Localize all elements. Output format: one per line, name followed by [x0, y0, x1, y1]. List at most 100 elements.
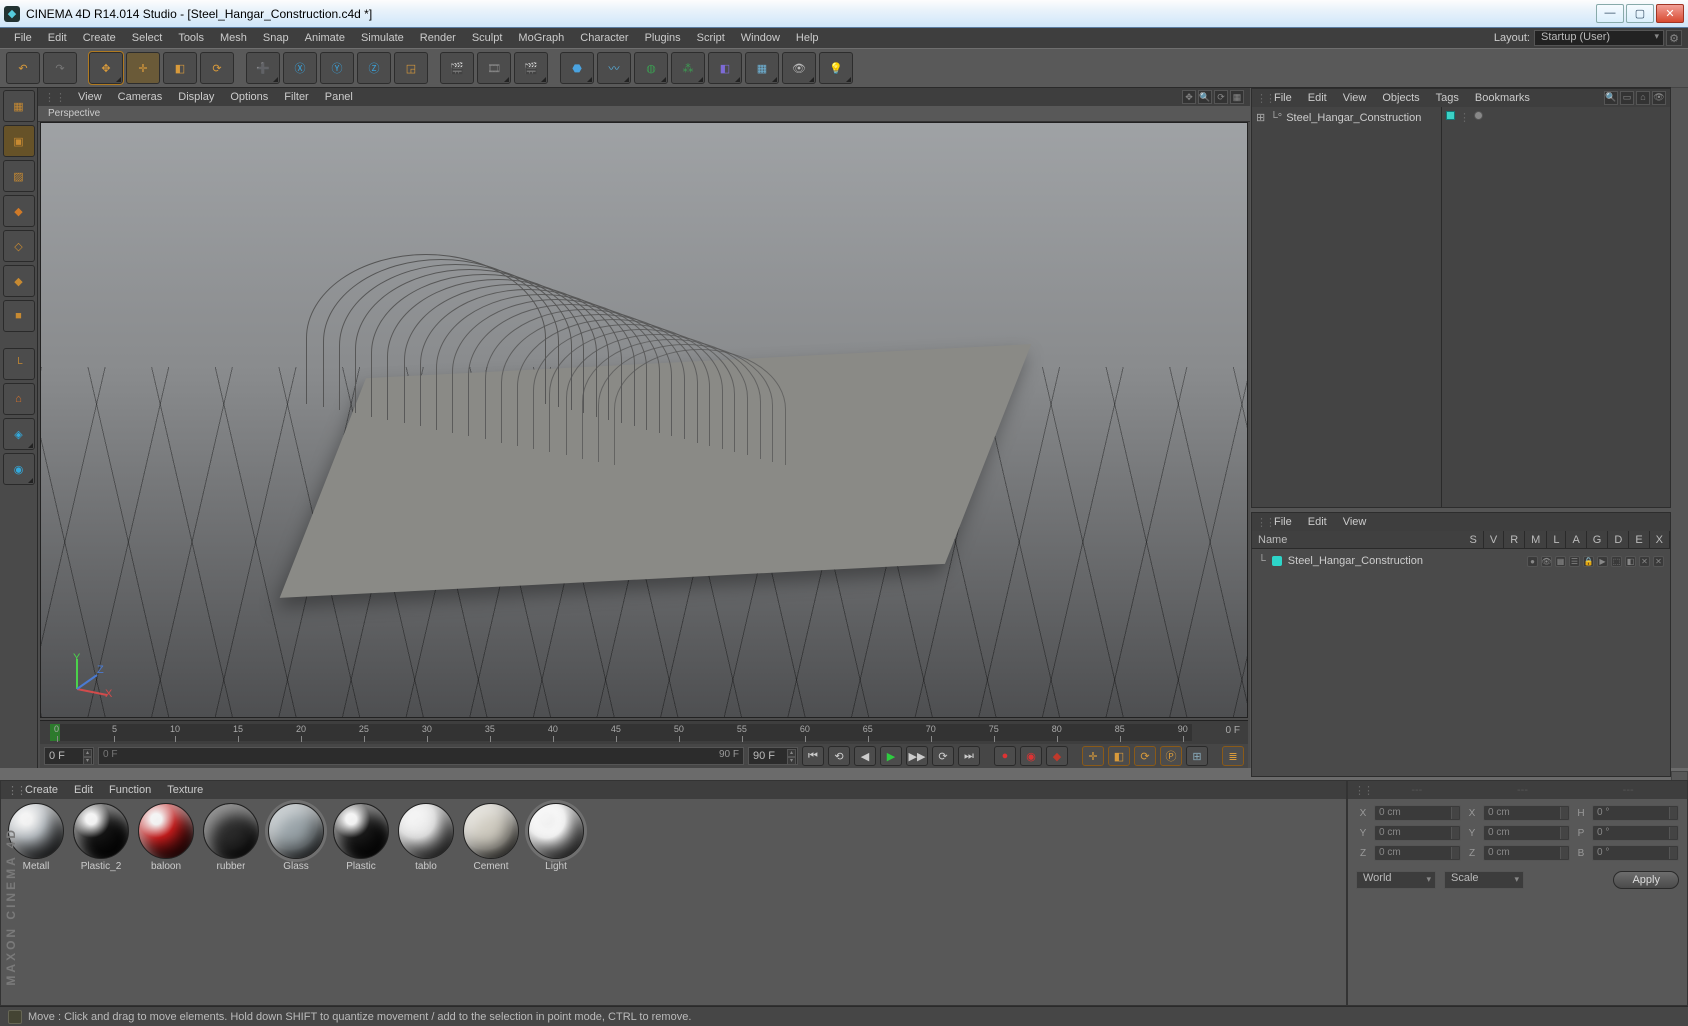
layer-row[interactable]: └ Steel_Hangar_Construction ●👁▦☰🔒▶⬚◧✕✕ — [1258, 553, 1664, 569]
om-menu-edit[interactable]: Edit — [1300, 92, 1335, 104]
polygon-mode-button[interactable]: ■ — [3, 300, 35, 332]
menu-tools[interactable]: Tools — [170, 28, 212, 48]
axis-button[interactable]: └ — [3, 348, 35, 380]
axis-z-toggle[interactable]: Ⓩ — [357, 52, 391, 84]
coord-field[interactable]: 0 ° — [1592, 805, 1679, 821]
rotate-tool[interactable]: ⟳ — [200, 52, 234, 84]
coord-field[interactable]: 0 ° — [1592, 845, 1679, 861]
coord-field[interactable]: 0 cm — [1374, 805, 1461, 821]
magnet-snap-button[interactable]: ⌂ — [3, 383, 35, 415]
layer-color-swatch[interactable] — [1446, 111, 1455, 120]
menu-create[interactable]: Create — [75, 28, 124, 48]
layer-flag[interactable]: ◧ — [1625, 556, 1636, 567]
material-item[interactable]: Plastic_2 — [70, 803, 132, 875]
redo-button[interactable]: ↷ — [43, 52, 77, 84]
layer-column-header[interactable]: D — [1608, 531, 1629, 548]
material-item[interactable]: Cement — [460, 803, 522, 875]
material-swatch[interactable] — [73, 803, 129, 859]
vp-menu-panel[interactable]: Panel — [317, 91, 361, 103]
material-item[interactable]: rubber — [200, 803, 262, 875]
vp-nav-zoom-icon[interactable]: 🔍 — [1198, 90, 1212, 104]
coord-system-button[interactable]: ◲ — [394, 52, 428, 84]
edge-mode-button[interactable]: ◆ — [3, 265, 35, 297]
material-list[interactable]: MetallPlastic_2baloonrubberGlassPlastict… — [1, 799, 1346, 1005]
window-close-button[interactable]: ✕ — [1656, 4, 1684, 23]
menu-edit[interactable]: Edit — [40, 28, 75, 48]
autokey-button[interactable]: ◉ — [1020, 746, 1042, 766]
material-swatch[interactable] — [268, 803, 324, 859]
lock-workplane-button[interactable]: ◉ — [3, 453, 35, 485]
coord-field[interactable]: 0 cm — [1483, 805, 1570, 821]
add-primitive-button[interactable]: ⬣ — [560, 52, 594, 84]
key-rot-button[interactable]: ⟳ — [1134, 746, 1156, 766]
menu-plugins[interactable]: Plugins — [637, 28, 689, 48]
timeline-ruler[interactable]: 051015202530354045505560657075808590 0 F — [40, 720, 1248, 744]
om-menu-bookmarks[interactable]: Bookmarks — [1467, 92, 1538, 104]
live-select-tool[interactable]: ✥ — [89, 52, 123, 84]
vp-menu-filter[interactable]: Filter — [276, 91, 316, 103]
coord-field[interactable]: 0 cm — [1483, 845, 1570, 861]
layer-column-header[interactable]: A — [1566, 531, 1586, 548]
layer-column-header[interactable]: Name — [1252, 531, 1464, 548]
goto-prev-key-button[interactable]: ⟲ — [828, 746, 850, 766]
layer-column-header[interactable]: E — [1629, 531, 1649, 548]
om-view-icon[interactable]: 👁 — [1652, 91, 1666, 105]
om-menu-view[interactable]: View — [1335, 92, 1375, 104]
material-item[interactable]: Glass — [265, 803, 327, 875]
coord-field[interactable]: 0 cm — [1374, 825, 1461, 841]
key-pla-button[interactable]: ⊞ — [1186, 746, 1208, 766]
vp-menu-options[interactable]: Options — [222, 91, 276, 103]
prev-frame-button[interactable]: ◀ — [854, 746, 876, 766]
menu-help[interactable]: Help — [788, 28, 827, 48]
am-menu-view[interactable]: View — [1335, 516, 1375, 528]
menu-mesh[interactable]: Mesh — [212, 28, 255, 48]
model-mode-button[interactable]: ▣ — [3, 125, 35, 157]
layer-flag[interactable]: ● — [1527, 556, 1538, 567]
key-param-button[interactable]: Ⓟ — [1160, 746, 1182, 766]
material-item[interactable]: baloon — [135, 803, 197, 875]
mat-menu-texture[interactable]: Texture — [159, 784, 211, 796]
frame-slider[interactable]: 0 F 90 F — [98, 747, 744, 765]
menu-render[interactable]: Render — [412, 28, 464, 48]
workplane-button[interactable]: ◈ — [3, 418, 35, 450]
menu-file[interactable]: File — [6, 28, 40, 48]
material-item[interactable]: tablo — [395, 803, 457, 875]
layout-settings-button[interactable]: ⚙ — [1666, 30, 1682, 46]
play-button[interactable]: ▶ — [880, 746, 902, 766]
render-view-button[interactable]: 🎬 — [440, 52, 474, 84]
layer-flag[interactable]: ▦ — [1555, 556, 1566, 567]
vp-nav-orbit-icon[interactable]: ⟳ — [1214, 90, 1228, 104]
menu-animate[interactable]: Animate — [297, 28, 353, 48]
menu-character[interactable]: Character — [572, 28, 636, 48]
viewport-3d[interactable]: Y X Z — [40, 122, 1248, 718]
vp-menu-display[interactable]: Display — [170, 91, 222, 103]
layer-color-swatch[interactable] — [1272, 556, 1282, 566]
om-path-icon[interactable]: ▭ — [1620, 91, 1634, 105]
am-menu-edit[interactable]: Edit — [1300, 516, 1335, 528]
layer-flag[interactable]: ✕ — [1639, 556, 1650, 567]
layer-column-header[interactable]: L — [1547, 531, 1566, 548]
layer-flag[interactable]: 👁 — [1541, 556, 1552, 567]
layer-flag[interactable]: ▶ — [1597, 556, 1608, 567]
menu-mograph[interactable]: MoGraph — [510, 28, 572, 48]
object-flags[interactable]: ⋮ — [1442, 107, 1670, 128]
material-swatch[interactable] — [138, 803, 194, 859]
add-environment-button[interactable]: ▦ — [745, 52, 779, 84]
coord-field[interactable]: 0 cm — [1374, 845, 1461, 861]
material-swatch[interactable] — [398, 803, 454, 859]
layer-flag[interactable]: ⬚ — [1611, 556, 1622, 567]
coord-field[interactable]: 0 cm — [1483, 825, 1570, 841]
keyframe-selection-button[interactable]: ◆ — [1046, 746, 1068, 766]
mat-menu-create[interactable]: Create — [17, 784, 66, 796]
goto-next-key-button[interactable]: ⟳ — [932, 746, 954, 766]
material-item[interactable]: Plastic — [330, 803, 392, 875]
add-array-button[interactable]: ⁂ — [671, 52, 705, 84]
layer-flag[interactable]: ☰ — [1569, 556, 1580, 567]
mat-menu-function[interactable]: Function — [101, 784, 159, 796]
last-tool-button[interactable]: ➕ — [246, 52, 280, 84]
layout-dropdown[interactable]: Startup (User) — [1534, 30, 1664, 46]
add-light-button[interactable]: 💡 — [819, 52, 853, 84]
material-swatch[interactable] — [528, 803, 584, 859]
layer-column-header[interactable]: X — [1650, 531, 1670, 548]
om-menu-tags[interactable]: Tags — [1428, 92, 1467, 104]
